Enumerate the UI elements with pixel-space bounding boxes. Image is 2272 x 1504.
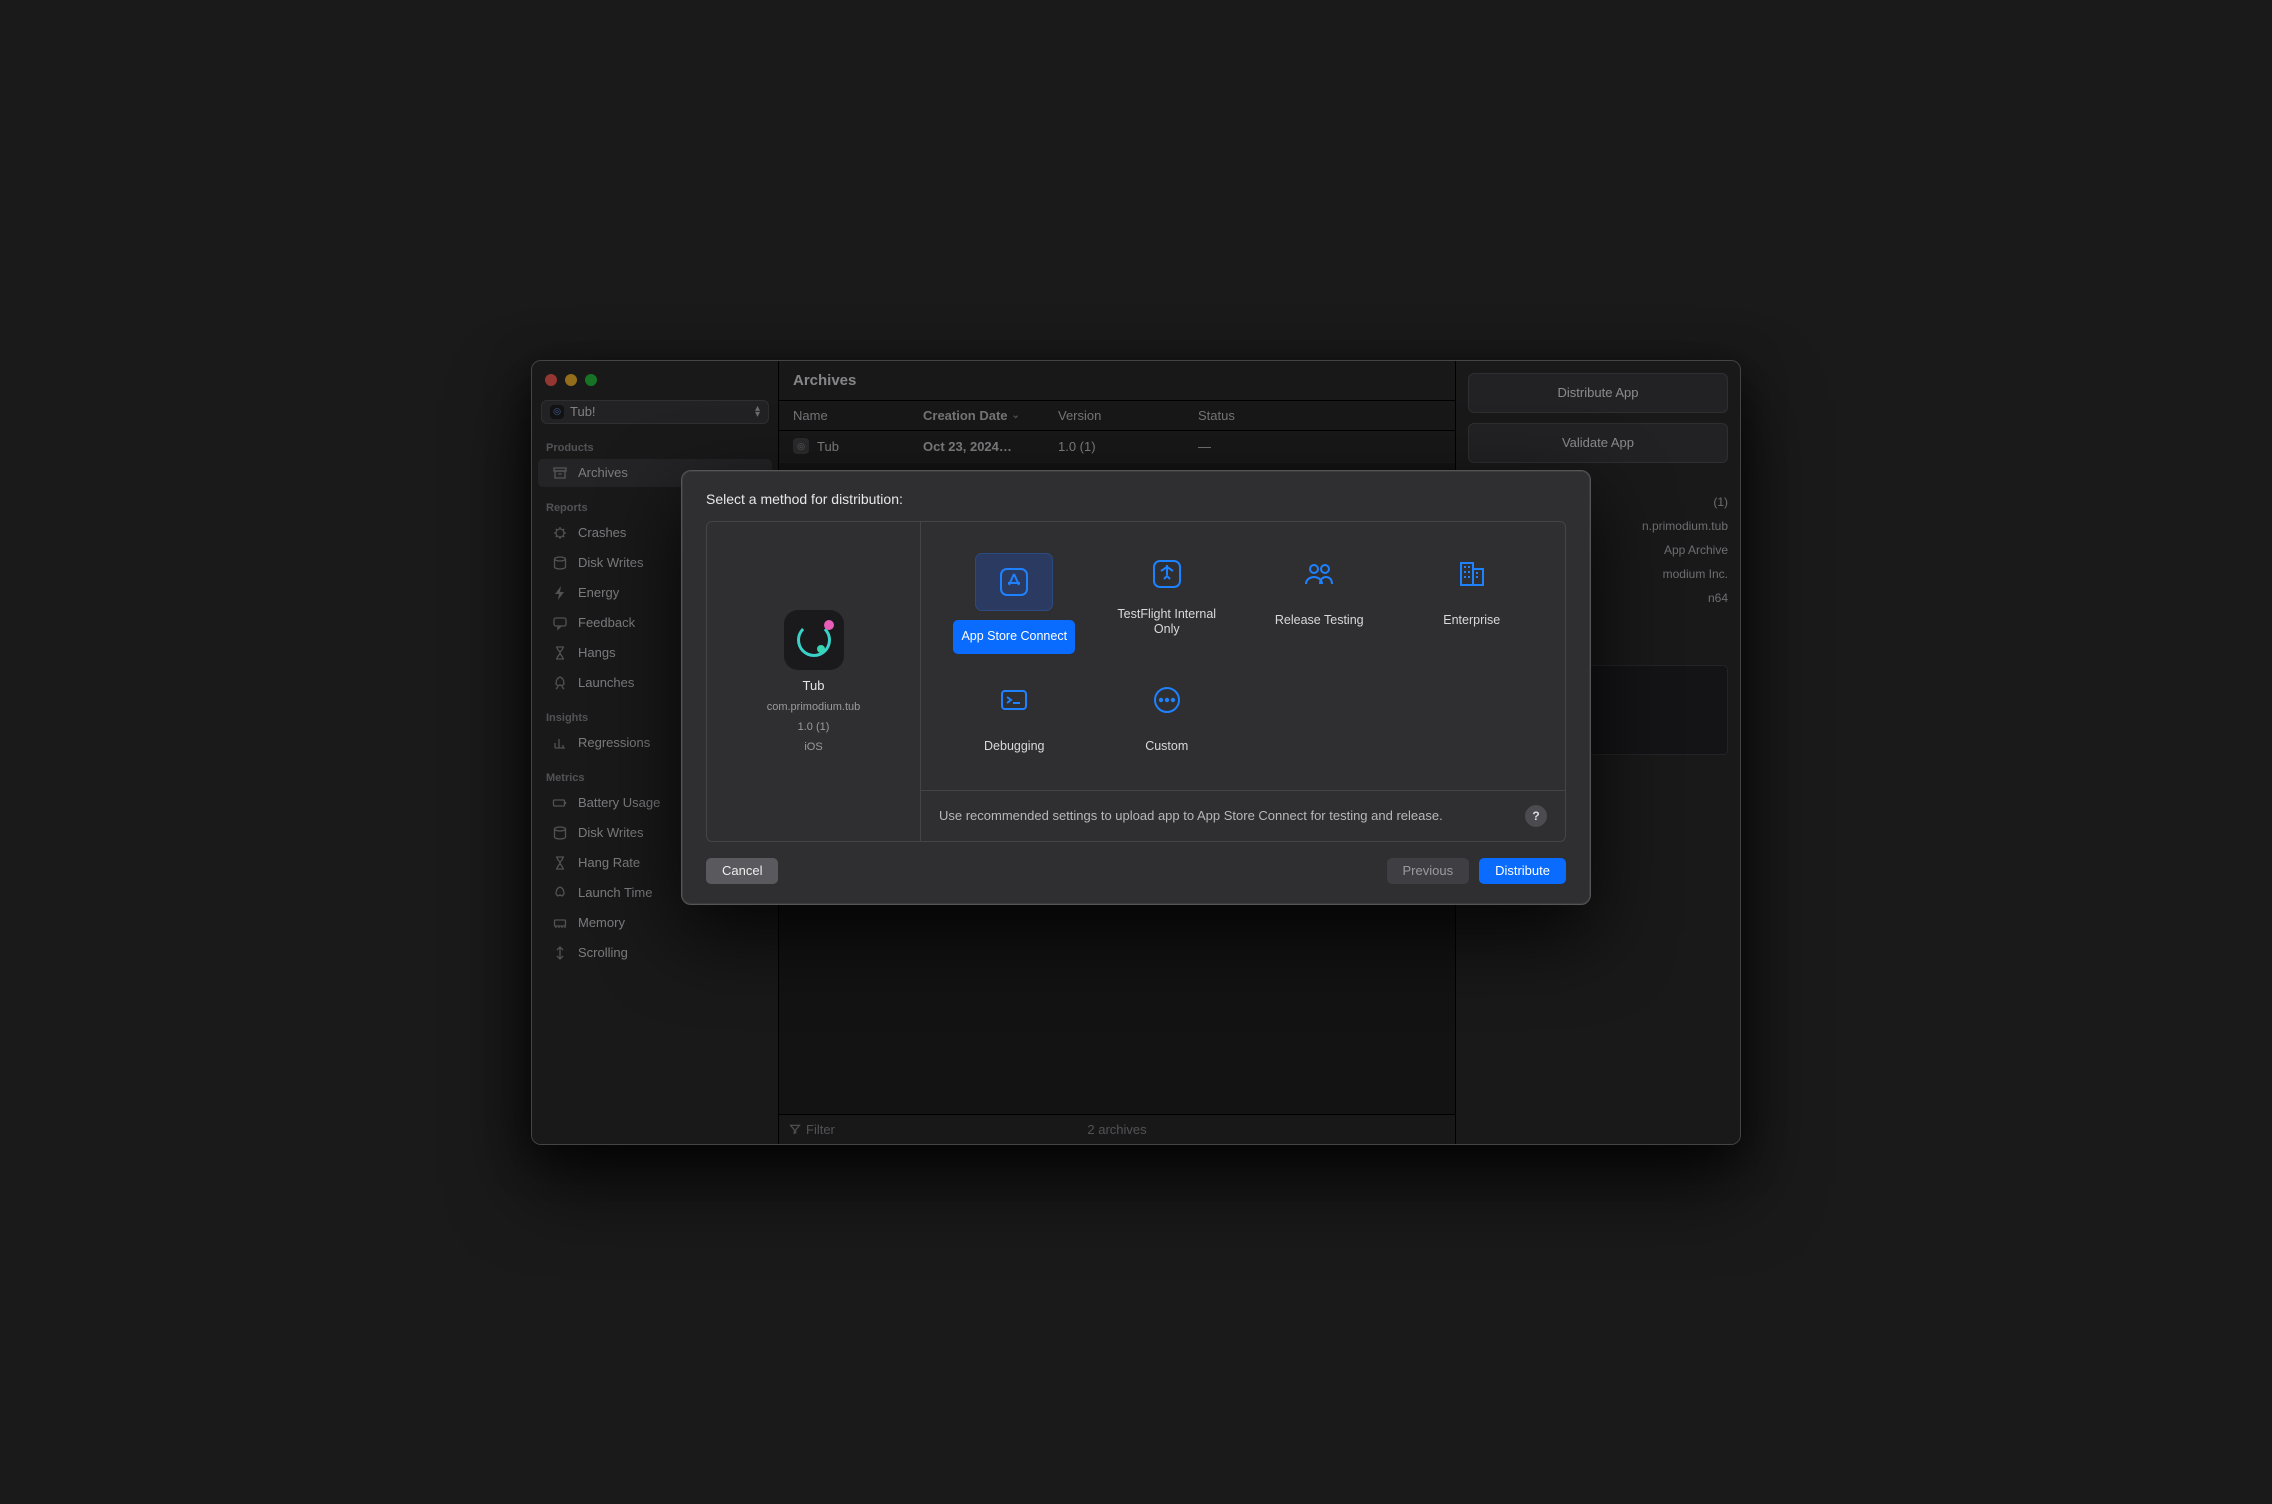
archives-count: 2 archives xyxy=(1087,1122,1146,1137)
sidebar-label: Launches xyxy=(578,675,634,690)
cell-name: Tub xyxy=(817,439,839,454)
filter-icon xyxy=(789,1123,801,1135)
table-header: Name Creation Date⌄ Version Status xyxy=(779,401,1455,431)
chat-icon xyxy=(552,615,568,631)
sidebar-label: Hang Rate xyxy=(578,855,640,870)
sidebar-label: Archives xyxy=(578,465,628,480)
app-version: 1.0 (1) xyxy=(798,721,830,733)
sidebar-label: Crashes xyxy=(578,525,626,540)
rocket-icon xyxy=(552,885,568,901)
distribute-app-button[interactable]: Distribute App xyxy=(1468,373,1728,413)
app-bundle: com.primodium.tub xyxy=(767,701,861,713)
chevron-updown-icon: ▴▾ xyxy=(755,406,760,418)
disk-icon xyxy=(552,825,568,841)
option-testflight[interactable]: TestFlight Internal Only xyxy=(1094,546,1241,662)
hourglass-icon xyxy=(552,645,568,661)
bug-icon xyxy=(552,525,568,541)
people-icon xyxy=(1299,554,1339,594)
app-icon: ◎ xyxy=(793,438,809,454)
rocket-icon xyxy=(552,675,568,691)
app-store-icon xyxy=(976,554,1052,610)
cancel-button[interactable]: Cancel xyxy=(706,858,778,884)
sidebar-label: Regressions xyxy=(578,735,650,750)
cell-status: — xyxy=(1198,439,1441,454)
cell-date: Oct 23, 2024… xyxy=(923,439,1058,454)
validate-app-button[interactable]: Validate App xyxy=(1468,423,1728,463)
chart-icon xyxy=(552,735,568,751)
option-label: App Store Connect xyxy=(953,620,1075,654)
option-release-testing[interactable]: Release Testing xyxy=(1246,546,1393,662)
option-label: Debugging xyxy=(976,730,1052,764)
option-label: Enterprise xyxy=(1435,604,1508,638)
distribute-button[interactable]: Distribute xyxy=(1479,858,1566,884)
sidebar-label: Launch Time xyxy=(578,885,652,900)
distribution-sheet: Select a method for distribution: Tub co… xyxy=(681,470,1591,905)
sheet-app-info: Tub com.primodium.tub 1.0 (1) iOS xyxy=(707,522,921,841)
option-debugging[interactable]: Debugging xyxy=(941,672,1088,772)
hint-bar: Use recommended settings to upload app t… xyxy=(921,790,1565,841)
sidebar-label: Hangs xyxy=(578,645,616,660)
bolt-icon xyxy=(552,585,568,601)
terminal-icon xyxy=(994,680,1034,720)
hourglass-icon xyxy=(552,855,568,871)
app-platform: iOS xyxy=(804,741,822,753)
app-scheme-icon: ◎ xyxy=(550,405,564,419)
scheme-label: Tub! xyxy=(570,404,596,419)
hint-text: Use recommended settings to upload app t… xyxy=(939,808,1443,823)
traffic-lights xyxy=(532,361,778,396)
filter-field[interactable]: Filter xyxy=(789,1122,835,1137)
option-label: Custom xyxy=(1137,730,1196,764)
option-app-store-connect[interactable]: App Store Connect xyxy=(941,546,1088,662)
sheet-title: Select a method for distribution: xyxy=(706,491,1566,507)
option-label: Release Testing xyxy=(1267,604,1372,638)
page-title: Archives xyxy=(779,361,1455,401)
cell-version: 1.0 (1) xyxy=(1058,439,1198,454)
column-creation-date[interactable]: Creation Date⌄ xyxy=(923,408,1058,423)
sidebar-label: Disk Writes xyxy=(578,555,643,570)
column-name[interactable]: Name xyxy=(793,408,923,423)
distribution-options: App Store Connect TestFlight Internal On… xyxy=(921,522,1565,790)
app-icon xyxy=(784,610,844,670)
zoom-window-button[interactable] xyxy=(585,374,597,386)
column-version[interactable]: Version xyxy=(1058,408,1198,423)
ellipsis-icon xyxy=(1147,680,1187,720)
sidebar-label: Disk Writes xyxy=(578,825,643,840)
memory-icon xyxy=(552,915,568,931)
building-icon xyxy=(1452,554,1492,594)
option-label: TestFlight Internal Only xyxy=(1098,604,1237,641)
footer-bar: Filter 2 archives xyxy=(779,1114,1455,1144)
sidebar-label: Battery Usage xyxy=(578,795,660,810)
sidebar-item-memory[interactable]: Memory xyxy=(538,909,772,937)
section-products: Products xyxy=(532,428,778,458)
sheet-footer: Cancel Previous Distribute xyxy=(706,842,1566,884)
sidebar-label: Scrolling xyxy=(578,945,628,960)
disk-icon xyxy=(552,555,568,571)
option-custom[interactable]: Custom xyxy=(1094,672,1241,772)
previous-button[interactable]: Previous xyxy=(1387,858,1470,884)
table-row[interactable]: ◎ Tub Oct 23, 2024… 1.0 (1) — xyxy=(779,431,1455,463)
sidebar-label: Energy xyxy=(578,585,619,600)
close-window-button[interactable] xyxy=(545,374,557,386)
scroll-icon xyxy=(552,945,568,961)
battery-icon xyxy=(552,795,568,811)
sidebar-item-scrolling[interactable]: Scrolling xyxy=(538,939,772,967)
testflight-icon xyxy=(1147,554,1187,594)
help-button[interactable]: ? xyxy=(1525,805,1547,827)
option-enterprise[interactable]: Enterprise xyxy=(1399,546,1546,662)
sidebar-label: Memory xyxy=(578,915,625,930)
sidebar-label: Feedback xyxy=(578,615,635,630)
column-status[interactable]: Status xyxy=(1198,408,1441,423)
archive-icon xyxy=(552,465,568,481)
scheme-dropdown[interactable]: ◎ Tub! ▴▾ xyxy=(541,400,769,424)
app-name: Tub xyxy=(803,678,825,693)
minimize-window-button[interactable] xyxy=(565,374,577,386)
chevron-down-icon: ⌄ xyxy=(1012,410,1020,421)
